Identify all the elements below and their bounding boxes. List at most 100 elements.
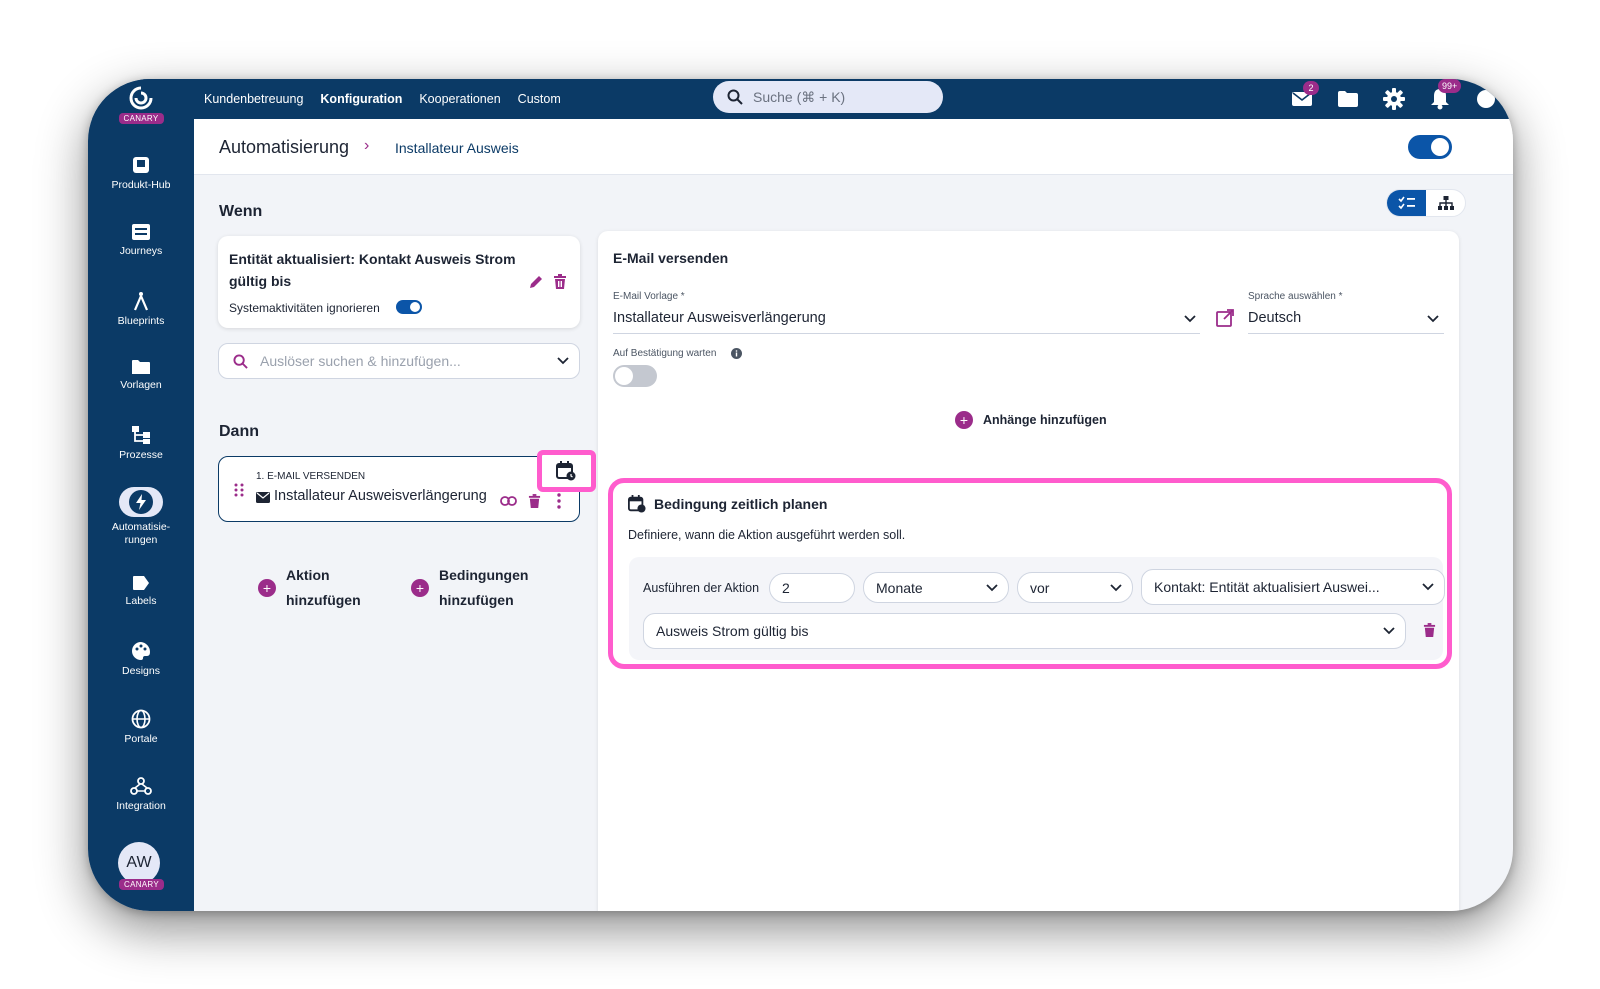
template-value[interactable]: Installateur Ausweisverlängerung [613, 310, 826, 326]
chevron-down-icon[interactable] [1427, 315, 1439, 323]
direction-select[interactable]: vor [1017, 572, 1133, 603]
sidebar-item-labels[interactable]: Labels [88, 575, 194, 608]
app-window: Kundenbetreuung Konfiguration Kooperatio… [88, 79, 1513, 911]
template-label: E-Mail Vorlage * [613, 291, 685, 302]
trigger-search-select[interactable]: Auslöser suchen & hinzufügen... [218, 343, 580, 379]
chevron-down-icon [986, 583, 998, 591]
tree-view-button[interactable] [1426, 190, 1465, 216]
gear-icon[interactable] [1382, 87, 1406, 111]
amount-input[interactable]: 2 [769, 573, 855, 603]
sidebar-item-produkt-hub[interactable]: Produkt-Hub [88, 155, 194, 192]
more-vertical-icon[interactable] [557, 493, 561, 509]
step-name: Installateur Ausweisverlängerung [274, 488, 487, 504]
trigger-card[interactable]: Entität aktualisiert: Kontakt Ausweis St… [218, 236, 580, 328]
breadcrumb-root[interactable]: Automatisierung [219, 137, 349, 158]
link-icon[interactable] [500, 496, 517, 506]
help-icon[interactable] [1474, 87, 1498, 111]
sidebar-item-vorlagen[interactable]: Vorlagen [88, 359, 194, 392]
list-view-button[interactable] [1387, 190, 1426, 216]
schedule-description: Definiere, wann die Aktion ausgeführt we… [628, 528, 906, 542]
processes-icon [132, 426, 150, 444]
calendar-clock-icon [556, 461, 576, 481]
search-icon [233, 353, 248, 369]
drag-handle-icon[interactable] [234, 483, 244, 497]
top-icons: 2 99+ [1290, 79, 1498, 119]
sidebar-item-automatisierungen[interactable]: Automatisie- rungen [88, 487, 194, 547]
edit-icon[interactable] [528, 274, 544, 290]
active-indicator [119, 487, 163, 517]
sidebar-item-integration[interactable]: Integration [88, 776, 194, 813]
sidebar-item-label: Integration [116, 800, 166, 812]
globe-icon [131, 709, 151, 729]
folder-icon [132, 360, 150, 374]
run-label: Ausführen der Aktion [643, 581, 760, 595]
topnav-kundenbetreuung[interactable]: Kundenbetreuung [204, 92, 303, 106]
mail-icon[interactable]: 2 [1290, 81, 1319, 111]
integration-icon [130, 777, 152, 795]
add-condition-line1: Bedingungen [439, 567, 529, 583]
chevron-down-icon [557, 357, 569, 365]
sidebar-item-label: Vorlagen [120, 379, 162, 391]
add-condition-button[interactable]: + Bedingungen hinzufügen [411, 563, 528, 613]
page-header: Automatisierung › Installateur Ausweis [194, 119, 1513, 175]
bell-icon[interactable]: 99+ [1428, 79, 1462, 111]
sidebar-item-label: Labels [125, 595, 157, 607]
sidebar-item-blueprints[interactable]: Blueprints [88, 291, 194, 328]
topnav-konfiguration[interactable]: Konfiguration [320, 92, 402, 106]
canary-logo[interactable]: CANARY [117, 85, 165, 124]
sidebar-item-journeys[interactable]: Journeys [88, 223, 194, 258]
sidebar-item-prozesse[interactable]: Prozesse [88, 425, 194, 462]
palette-icon [132, 642, 151, 660]
language-value[interactable]: Deutsch [1248, 310, 1301, 326]
journeys-icon [132, 224, 150, 240]
amount-value: 2 [782, 580, 790, 596]
sidebar-item-label: Journeys [119, 245, 163, 257]
template-underline [613, 333, 1200, 334]
unit-select[interactable]: Monate [863, 572, 1009, 603]
reference-select[interactable]: Kontakt: Entität aktualisiert Auswei... [1141, 569, 1445, 605]
language-label: Sprache auswählen * [1248, 291, 1343, 302]
sidebar-item-portale[interactable]: Portale [88, 709, 194, 746]
open-external-icon[interactable] [1216, 309, 1234, 327]
topnav-kooperationen[interactable]: Kooperationen [419, 92, 500, 106]
trash-icon[interactable] [528, 494, 541, 509]
search-input[interactable]: Suche (⌘ + K) [713, 81, 943, 113]
top-navigation: Kundenbetreuung Konfiguration Kooperatio… [204, 79, 561, 119]
add-action-button[interactable]: + Aktion hinzufügen [258, 563, 361, 613]
schedule-button-highlight[interactable] [537, 450, 596, 492]
trash-icon[interactable] [1423, 623, 1436, 638]
attribute-select[interactable]: Ausweis Strom gültig bis [643, 613, 1406, 649]
confirm-label: Auf Bestätigung warten [613, 348, 717, 359]
view-toggle [1386, 189, 1466, 217]
chevron-down-icon [1383, 627, 1395, 635]
reference-value: Kontakt: Entität aktualisiert Auswei... [1154, 579, 1380, 595]
mail-badge: 2 [1303, 81, 1319, 95]
add-attachments-button[interactable]: + Anhänge hinzufügen [955, 411, 1107, 429]
sidebar-item-label: Blueprints [117, 315, 165, 327]
section-heading-dann: Dann [219, 423, 259, 440]
trash-icon[interactable] [553, 274, 567, 290]
confirm-toggle[interactable] [613, 365, 657, 387]
hierarchy-icon [1437, 196, 1454, 210]
sidebar-item-label: Prozesse [119, 449, 163, 461]
action-step-card[interactable]: 1. E-MAIL VERSENDEN Installateur Ausweis… [218, 456, 580, 522]
avatar-badge: CANARY [119, 879, 164, 890]
lightning-icon [129, 490, 153, 514]
ignore-system-toggle[interactable] [396, 300, 422, 314]
sidebar-item-designs[interactable]: Designs [88, 641, 194, 678]
plus-icon: + [955, 411, 973, 429]
avatar[interactable]: AW CANARY [118, 842, 164, 890]
chevron-down-icon[interactable] [1184, 315, 1196, 323]
folder-icon[interactable] [1336, 87, 1360, 111]
step-index-label: 1. E-MAIL VERSENDEN [256, 471, 366, 482]
schedule-title: Bedingung zeitlich planen [654, 496, 828, 512]
chevron-down-icon [1422, 583, 1434, 591]
sidebar-item-label: Designs [122, 665, 160, 677]
avatar-initials: AW [126, 854, 152, 871]
automation-active-toggle[interactable] [1408, 135, 1452, 159]
info-icon [731, 348, 742, 359]
schedule-rule: Ausführen der Aktion 2 Monate vor Kontak… [629, 557, 1445, 660]
envelope-icon [256, 492, 270, 503]
brand-badge: CANARY [118, 113, 164, 124]
topnav-custom[interactable]: Custom [518, 92, 561, 106]
